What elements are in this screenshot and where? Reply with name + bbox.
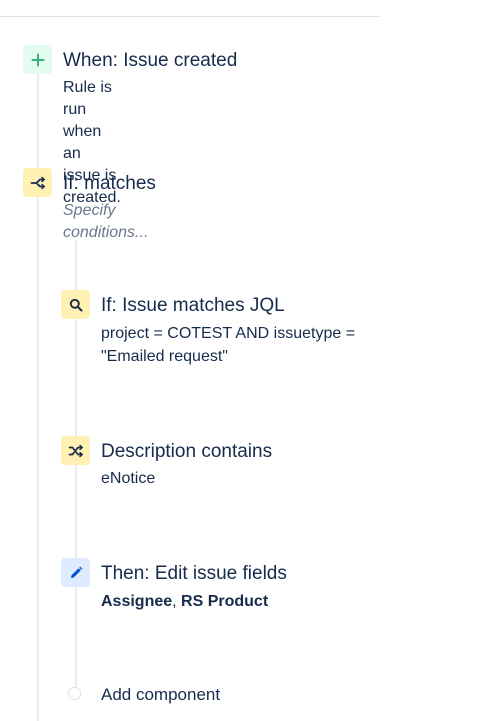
divider [0,16,380,17]
description-contains-title: Description contains [101,441,273,462]
field-separator: , [172,593,182,610]
pencil-icon [61,558,90,587]
trigger-title: When: Issue created [63,50,238,71]
action-title: Then: Edit issue fields [101,563,287,584]
shuffle-icon [61,436,90,465]
plus-icon [23,45,52,74]
search-icon [61,290,90,319]
add-component-dot [68,687,81,700]
action-fields: Assignee, RS Product [101,591,268,613]
condition-title: If: matches [63,173,156,194]
description-contains-value: eNotice [101,470,156,487]
add-component-button[interactable]: Add component [101,684,220,706]
rule-editor: When: Issue created Rule is run when an … [0,0,482,721]
field-assignee: Assignee [101,593,173,610]
branch-icon [23,168,52,197]
jql-description-line-2: "Emailed request" [101,348,228,365]
jql-description-line-1: project = COTEST AND issuetype = [101,325,356,342]
jql-title: If: Issue matches JQL [101,295,285,316]
field-rs-product: RS Product [181,593,269,610]
condition-description: Specify conditions... [63,202,149,241]
